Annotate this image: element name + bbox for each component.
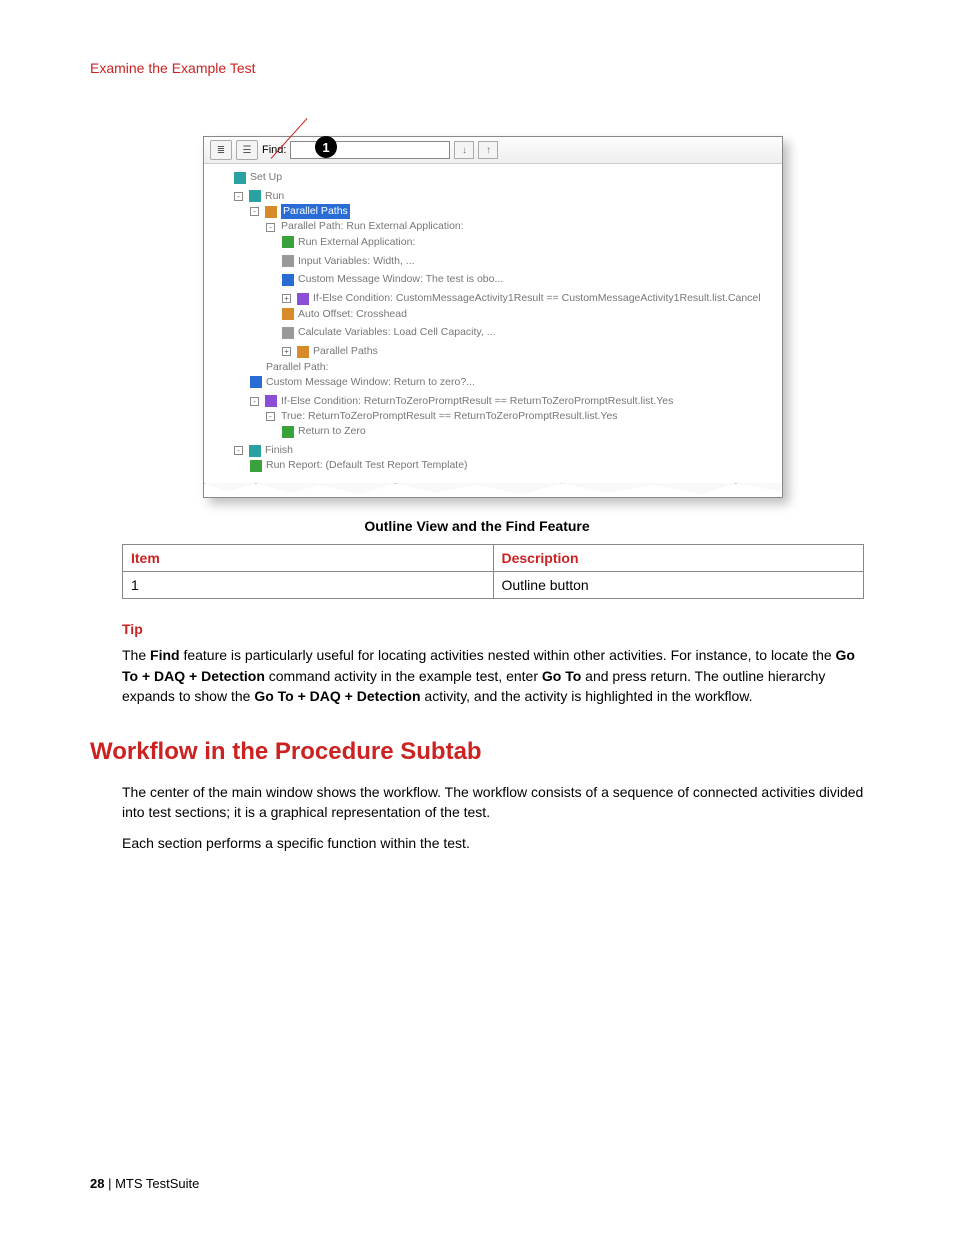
tree-label: If-Else Condition: ReturnToZeroPromptRes… [281, 394, 673, 409]
tree-item[interactable]: Return to Zero [282, 424, 366, 439]
tree-item[interactable]: -Parallel Path: Run External Application… [266, 219, 464, 234]
outline-button[interactable]: ☰ [236, 140, 258, 160]
tree-label: Run External Application: [298, 235, 415, 250]
return-icon [282, 426, 294, 438]
expand-icon[interactable]: + [282, 347, 291, 356]
callout-badge-1: 1 [315, 136, 337, 158]
arrow-down-icon: ↓ [462, 145, 467, 156]
calc-icon [282, 327, 294, 339]
tree-item[interactable]: - Run [234, 189, 284, 204]
tree-item[interactable]: Input Variables: Width, ... [282, 254, 415, 269]
tree-item[interactable]: Set Up [234, 170, 282, 185]
tree-label: Custom Message Window: The test is obo..… [298, 272, 503, 287]
tree-item[interactable]: Custom Message Window: The test is obo..… [282, 272, 503, 287]
outline-icon: ☰ [243, 145, 252, 156]
product-name: MTS TestSuite [115, 1176, 199, 1191]
tree-label: Return to Zero [298, 424, 366, 439]
parallel-icon [265, 206, 277, 218]
tree-label: Run Report: (Default Test Report Templat… [266, 458, 468, 473]
tree-label: Set Up [250, 170, 282, 185]
tree-item[interactable]: Parallel Path: [266, 360, 328, 375]
table-row: 1 Outline button [123, 572, 864, 599]
offset-icon [282, 308, 294, 320]
legend-table: Item Description 1 Outline button [122, 544, 864, 599]
tree-label: Finish [265, 443, 293, 458]
tree-item[interactable]: Auto Offset: Crosshead [282, 307, 407, 322]
outline-tree[interactable]: Set Up -Run -Parallel Paths -Parallel Pa… [204, 164, 782, 483]
torn-edge-decoration [204, 483, 782, 497]
list-icon: ≣ [217, 145, 225, 156]
arrow-up-icon: ↑ [486, 145, 491, 156]
condition-icon [297, 293, 309, 305]
section-icon [234, 172, 246, 184]
tree-label: Input Variables: Width, ... [298, 254, 415, 269]
view-button-1[interactable]: ≣ [210, 140, 232, 160]
collapse-icon[interactable]: - [250, 397, 259, 406]
outline-panel: ≣ ☰ Find: ↓ ↑ Set Up -Run -Parallel Path… [203, 136, 783, 498]
body-paragraph: The center of the main window shows the … [122, 782, 864, 823]
tree-label: Parallel Path: [266, 360, 328, 375]
outline-toolbar: ≣ ☰ Find: ↓ ↑ [204, 137, 782, 164]
figure-caption: Outline View and the Find Feature [90, 518, 864, 534]
tree-item[interactable]: Run Report: (Default Test Report Templat… [250, 458, 468, 473]
app-icon [282, 236, 294, 248]
parallel-icon [297, 346, 309, 358]
tree-item[interactable]: Calculate Variables: Load Cell Capacity,… [282, 325, 495, 340]
tree-label: Parallel Path: Run External Application: [281, 219, 464, 234]
table-cell-item: 1 [123, 572, 494, 599]
page-number: 28 [90, 1176, 104, 1191]
collapse-icon[interactable]: - [250, 207, 259, 216]
message-icon [282, 274, 294, 286]
body-paragraph: Each section performs a specific functio… [122, 833, 864, 853]
page-footer: 28 | MTS TestSuite [90, 1176, 199, 1191]
tree-item[interactable]: - Parallel Paths [250, 204, 350, 219]
tree-label-selected: Parallel Paths [281, 204, 350, 219]
tree-item[interactable]: - If-Else Condition: ReturnToZeroPromptRe… [250, 394, 673, 409]
tree-label: Custom Message Window: Return to zero?..… [266, 375, 475, 390]
screenshot-figure: 1 ≣ ☰ Find: ↓ ↑ Set Up -Run -P [203, 136, 783, 498]
tree-label: Calculate Variables: Load Cell Capacity,… [298, 325, 495, 340]
condition-icon [265, 395, 277, 407]
collapse-icon[interactable]: - [266, 412, 275, 421]
expand-icon[interactable]: + [282, 294, 291, 303]
table-header-description: Description [493, 545, 864, 572]
breadcrumb: Examine the Example Test [90, 60, 864, 76]
tip-paragraph: The Find feature is particularly useful … [122, 645, 864, 706]
var-icon [282, 255, 294, 267]
collapse-icon[interactable]: - [234, 192, 243, 201]
table-header-item: Item [123, 545, 494, 572]
find-prev-button[interactable]: ↑ [478, 141, 498, 159]
tree-item[interactable]: + Parallel Paths [282, 344, 378, 359]
tree-item[interactable]: Custom Message Window: Return to zero?..… [250, 375, 475, 390]
find-next-button[interactable]: ↓ [454, 141, 474, 159]
tree-label: Parallel Paths [313, 344, 378, 359]
collapse-icon[interactable]: - [234, 446, 243, 455]
tree-item[interactable]: -True: ReturnToZeroPromptResult == Retur… [266, 409, 618, 424]
table-cell-desc: Outline button [493, 572, 864, 599]
tip-heading: Tip [122, 621, 864, 637]
tree-label: Auto Offset: Crosshead [298, 307, 407, 322]
section-heading: Workflow in the Procedure Subtab [90, 738, 864, 766]
tree-item[interactable]: + If-Else Condition: CustomMessageActivit… [282, 291, 761, 306]
collapse-icon[interactable]: - [266, 223, 275, 232]
tree-label: True: ReturnToZeroPromptResult == Return… [281, 409, 618, 424]
tree-item[interactable]: Run External Application: [282, 235, 415, 250]
tree-label: If-Else Condition: CustomMessageActivity… [313, 291, 761, 306]
section-icon [249, 445, 261, 457]
message-icon [250, 376, 262, 388]
tree-item[interactable]: - Finish [234, 443, 293, 458]
report-icon [250, 460, 262, 472]
section-icon [249, 190, 261, 202]
tree-label: Run [265, 189, 284, 204]
